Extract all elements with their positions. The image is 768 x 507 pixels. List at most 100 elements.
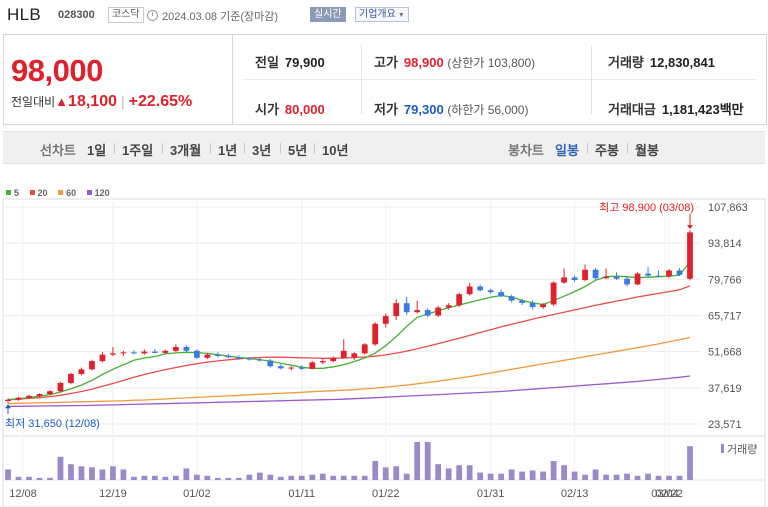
candle-body: [99, 354, 106, 362]
x-tick-label: 01/31: [477, 488, 505, 500]
volume-bar: [393, 466, 400, 480]
candle: [89, 359, 95, 371]
candle-body: [361, 344, 368, 354]
candle-body: [330, 358, 337, 362]
candle-body: [634, 273, 641, 285]
candle-body: [571, 277, 578, 281]
candle-body: [372, 323, 379, 345]
candle-body: [561, 277, 567, 283]
candle: [193, 349, 200, 360]
candle-body: [26, 395, 32, 398]
candle-body: [47, 391, 53, 395]
candle: [550, 281, 557, 306]
candle-body: [309, 362, 316, 369]
volume-bar: [351, 475, 358, 480]
x-tick-label: 02/13: [561, 488, 589, 500]
chart-grid: [2, 198, 766, 507]
volume-bar: [592, 469, 599, 480]
volume-bar: [288, 475, 295, 480]
candle: [361, 343, 368, 355]
volume-bar: [256, 472, 263, 480]
volume-bar: [550, 461, 557, 480]
volume-bar: [687, 446, 693, 480]
candle-body: [466, 286, 473, 295]
candle-body: [445, 305, 452, 308]
volume-bar: [78, 466, 85, 480]
volume-legend-swatch: [721, 444, 724, 453]
volume-bar: [193, 474, 200, 480]
candle: [603, 268, 609, 280]
candle-body: [15, 397, 22, 400]
volume-bars: 거래량: [5, 442, 757, 480]
x-tick-label: 01/02: [183, 488, 211, 500]
candle-body: [267, 360, 274, 367]
volume-bar: [519, 471, 526, 480]
volume-bar: [508, 469, 515, 480]
volume-bar: [235, 477, 242, 480]
candle-body: [393, 303, 400, 317]
candle: [529, 300, 536, 310]
candle-body: [235, 357, 242, 359]
volume-bar: [340, 475, 347, 480]
candle-body: [288, 367, 295, 369]
volume-bar: [435, 464, 442, 480]
candle-body: [36, 394, 43, 396]
volume-bar: [456, 465, 463, 480]
y-tick-label: 51,668: [708, 347, 742, 359]
candle-body: [246, 358, 253, 360]
candle: [403, 296, 410, 315]
candle-body: [435, 307, 442, 316]
candle-body: [676, 270, 683, 275]
candle: [655, 270, 662, 278]
volume-bar: [110, 466, 116, 480]
candle-body: [456, 294, 463, 306]
price-chart[interactable]: 107,863 93,814 79,766 65,717 51,668 37,619 23,…: [0, 0, 768, 507]
candle: [183, 345, 190, 353]
volume-bar: [676, 475, 683, 480]
candle-body: [340, 350, 347, 359]
volume-bar: [382, 467, 389, 480]
candle: [414, 300, 421, 314]
candle-body: [540, 304, 546, 308]
candle: [645, 267, 651, 277]
volume-bar: [571, 471, 578, 480]
candle-body: [57, 382, 64, 392]
volume-bar: [330, 475, 337, 480]
volume-bar: [298, 475, 305, 480]
volume-bar: [162, 476, 169, 480]
candle-body: [162, 350, 169, 353]
candle: [634, 272, 641, 286]
candle: [393, 299, 400, 320]
volume-bar: [561, 465, 567, 480]
candle-body: [624, 278, 630, 285]
x-tick-label: 12/08: [9, 488, 37, 500]
candle: [68, 372, 74, 385]
candle-body: [68, 373, 74, 383]
candle: [172, 344, 179, 353]
candle: [15, 396, 22, 401]
y-tick-label: 23,571: [708, 419, 742, 431]
candle: [99, 352, 106, 363]
volume-bar: [183, 468, 190, 480]
x-tick-label: 01/11: [288, 488, 315, 500]
candle-body: [172, 346, 179, 351]
candle: [225, 353, 232, 359]
candle: [477, 284, 484, 292]
volume-bar: [487, 473, 494, 480]
volume-bar: [57, 456, 64, 480]
candle: [498, 289, 505, 298]
candle: [319, 358, 326, 365]
candle-body: [529, 302, 536, 308]
low-annotation: 최저 31,650 (12/08): [5, 417, 100, 430]
candle-body: [550, 282, 557, 305]
y-tick-label: 65,717: [708, 311, 742, 323]
candle-body: [351, 353, 358, 358]
ma120-line: [7, 375, 691, 408]
candle: [592, 267, 599, 281]
volume-bar: [634, 475, 641, 480]
candle: [78, 367, 85, 376]
volume-bar: [655, 475, 662, 480]
volume-bar: [131, 476, 137, 480]
ma20-line: [7, 285, 691, 401]
y-tick-label: 93,814: [708, 238, 742, 250]
